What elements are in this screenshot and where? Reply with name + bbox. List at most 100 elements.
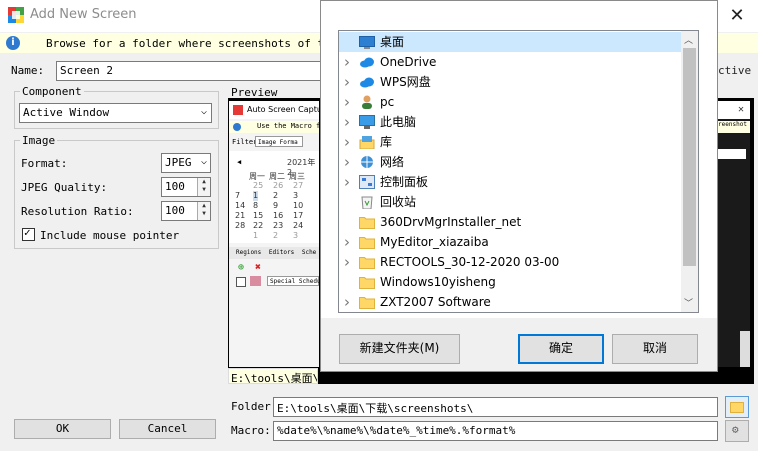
cal-cell: 7 [235,191,241,200]
tree-item-label: 网络 [380,155,405,169]
cal-cell: 1 [253,191,259,200]
folder-icon [359,215,375,229]
tree-item[interactable]: › 控制面板 [339,172,681,192]
computer-icon [359,115,375,129]
preview-tab: Editors [268,249,295,256]
chevron-left-icon: ◀ [237,158,242,166]
include-pointer-label: Include mouse pointer [40,229,180,242]
folder-tree[interactable]: 桌面 › OneDrive › WPS网盘 › pc › 此电脑 › 库 › 网络 › 控制面板 回收站 360… [338,30,699,313]
tree-item[interactable]: Windows10yisheng [339,272,681,292]
user-icon [359,95,375,109]
control-panel-icon [359,175,375,189]
chevron-right-icon[interactable]: › [344,72,354,92]
ratio-stepper[interactable]: 100 ▲ ▼ [161,201,211,221]
tree-item-label: 回收站 [380,195,417,209]
dialog-ok-button[interactable]: 确定 [518,334,604,364]
folder-icon [359,255,375,269]
browse-folder-button[interactable] [725,396,749,418]
tree-item-label: 控制面板 [380,175,429,189]
info-text: Browse for a folder where screenshots of… [46,37,345,50]
info-icon: i [6,36,20,50]
tree-item-label: RECTOOLS_30-12-2020 03-00 [380,255,560,269]
tree-item[interactable]: › pc [339,92,681,112]
folder-icon [730,402,744,413]
chevron-right-icon[interactable]: › [344,292,354,312]
preview-inner-info: Use the Macro fi [257,122,319,130]
tree-item[interactable]: › 此电脑 [339,112,681,132]
window-title: Add New Screen [30,7,137,22]
chevron-down-icon[interactable]: ﹀ [684,296,693,309]
chevron-right-icon[interactable]: › [344,52,354,72]
quality-stepper[interactable]: 100 ▲ ▼ [161,177,211,197]
cal-cell: 16 [273,211,284,220]
dialog-cancel-button[interactable]: 取消 [612,334,698,364]
tree-item[interactable]: › RECTOOLS_30-12-2020 03-00 [339,252,681,272]
cal-cell: 28 [235,221,246,230]
app-icon [8,7,24,23]
tree-item-label: 桌面 [380,35,405,49]
preview-inner-window: Auto Screen Captur Use the Macro fi Filt… [229,101,319,367]
tree-item[interactable]: › MyEditor_xiazaiba [339,232,681,252]
tree-item[interactable]: › WPS网盘 [339,72,681,92]
cal-cell: 1 [253,231,259,240]
delete-icon: ✖ [255,262,262,273]
chevron-right-icon[interactable]: › [344,252,354,272]
close-icon[interactable]: ✕ [722,4,752,28]
quality-spin-buttons[interactable]: ▲ ▼ [197,178,210,196]
cal-cell: 23 [273,221,284,230]
chevron-right-icon[interactable]: › [344,232,354,252]
add-icon: ⊕ [238,262,245,273]
component-legend: Component [20,85,84,98]
cal-cell: 2 [273,191,279,200]
quality-value: 100 [165,180,185,193]
cal-cell: 3 [293,191,299,200]
ratio-value: 100 [165,204,185,217]
ratio-spin-buttons[interactable]: ▲ ▼ [197,202,210,220]
chevron-right-icon[interactable]: › [344,152,354,172]
quality-label: JPEG Quality: [21,181,108,194]
new-folder-button[interactable]: 新建文件夹(M) [339,334,460,364]
tree-item[interactable]: 回收站 [339,192,681,212]
tree-scroll-thumb[interactable] [683,48,696,266]
chevron-right-icon[interactable]: › [344,172,354,192]
check-icon: ✓ [24,226,31,239]
chevron-up-icon[interactable]: ︿ [684,33,693,46]
info-icon [233,123,241,131]
tree-item[interactable]: 桌面 [339,32,681,52]
component-value: Active Window [23,106,110,119]
desktop-icon [359,35,375,49]
folder-icon [359,235,375,249]
tree-item[interactable]: › 网络 [339,152,681,172]
tree-item[interactable]: › 库 [339,132,681,152]
tree-item[interactable]: 360DrvMgrInstaller_net [339,212,681,232]
cal-cell: 15 [253,211,264,220]
preview-tab: Regions [236,249,262,256]
name-field[interactable]: Screen 2 [56,61,322,81]
preview-inner-title: Auto Screen Captur [247,105,319,114]
ok-button[interactable]: OK [14,419,111,439]
tree-item-label: 库 [380,135,393,149]
cal-cell: 9 [273,201,279,210]
include-pointer-checkbox[interactable]: ✓ [22,226,35,241]
format-value: JPEG [165,156,192,169]
chevron-right-icon[interactable]: › [344,112,354,132]
tree-item-label: ZXT2007 Software [380,295,491,309]
chevron-down-icon: ⌵ [200,106,207,117]
chevron-right-icon[interactable]: › [344,92,354,112]
component-select[interactable]: Active Window ⌵ [19,103,212,123]
cal-cell: 14 [235,201,246,210]
recycle-bin-icon [359,195,375,210]
preview-row-text: Special Schedu [267,276,319,286]
folder-icon [359,295,375,309]
tree-item[interactable]: › ZXT2007 Software [339,292,681,312]
macro-field[interactable]: %date%\%name%\%date%_%time%.%format% [273,421,718,441]
macro-button[interactable]: ⚙ [725,420,749,442]
tree-item-label: 360DrvMgrInstaller_net [380,215,522,229]
folder-field[interactable]: E:\tools\桌面\下载\screenshots\ [273,397,718,417]
app-icon [233,105,243,115]
tree-item[interactable]: › OneDrive [339,52,681,72]
cancel-button[interactable]: Cancel [119,419,216,439]
chevron-right-icon[interactable]: › [344,132,354,152]
macro-label: Macro: [231,424,271,437]
format-select[interactable]: JPEG ⌵ [161,153,211,173]
